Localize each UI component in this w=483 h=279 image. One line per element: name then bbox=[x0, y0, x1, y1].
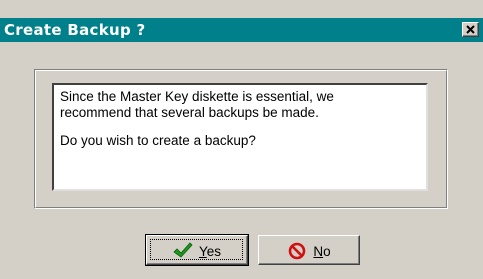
dialog-title: Create Backup ? bbox=[4, 21, 146, 39]
backup-dialog: Create Backup ? Since the Master Key dis… bbox=[0, 0, 483, 279]
yes-button[interactable]: Yes bbox=[145, 234, 249, 266]
title-bar[interactable]: Create Backup ? bbox=[0, 18, 483, 42]
message-question: Do you wish to create a backup? bbox=[60, 133, 256, 148]
red-no-entry-icon bbox=[289, 242, 306, 260]
green-checkmark-icon bbox=[173, 242, 193, 258]
message-line-2: recommend that several backups be made. bbox=[60, 105, 319, 120]
no-button[interactable]: No bbox=[258, 235, 360, 265]
yes-label: Yes bbox=[198, 243, 222, 259]
message-panel: Since the Master Key diskette is essenti… bbox=[52, 83, 428, 191]
close-button[interactable] bbox=[462, 22, 479, 37]
close-x-icon bbox=[466, 25, 475, 34]
no-label: No bbox=[313, 243, 331, 259]
message-line-1: Since the Master Key diskette is essenti… bbox=[60, 89, 334, 104]
